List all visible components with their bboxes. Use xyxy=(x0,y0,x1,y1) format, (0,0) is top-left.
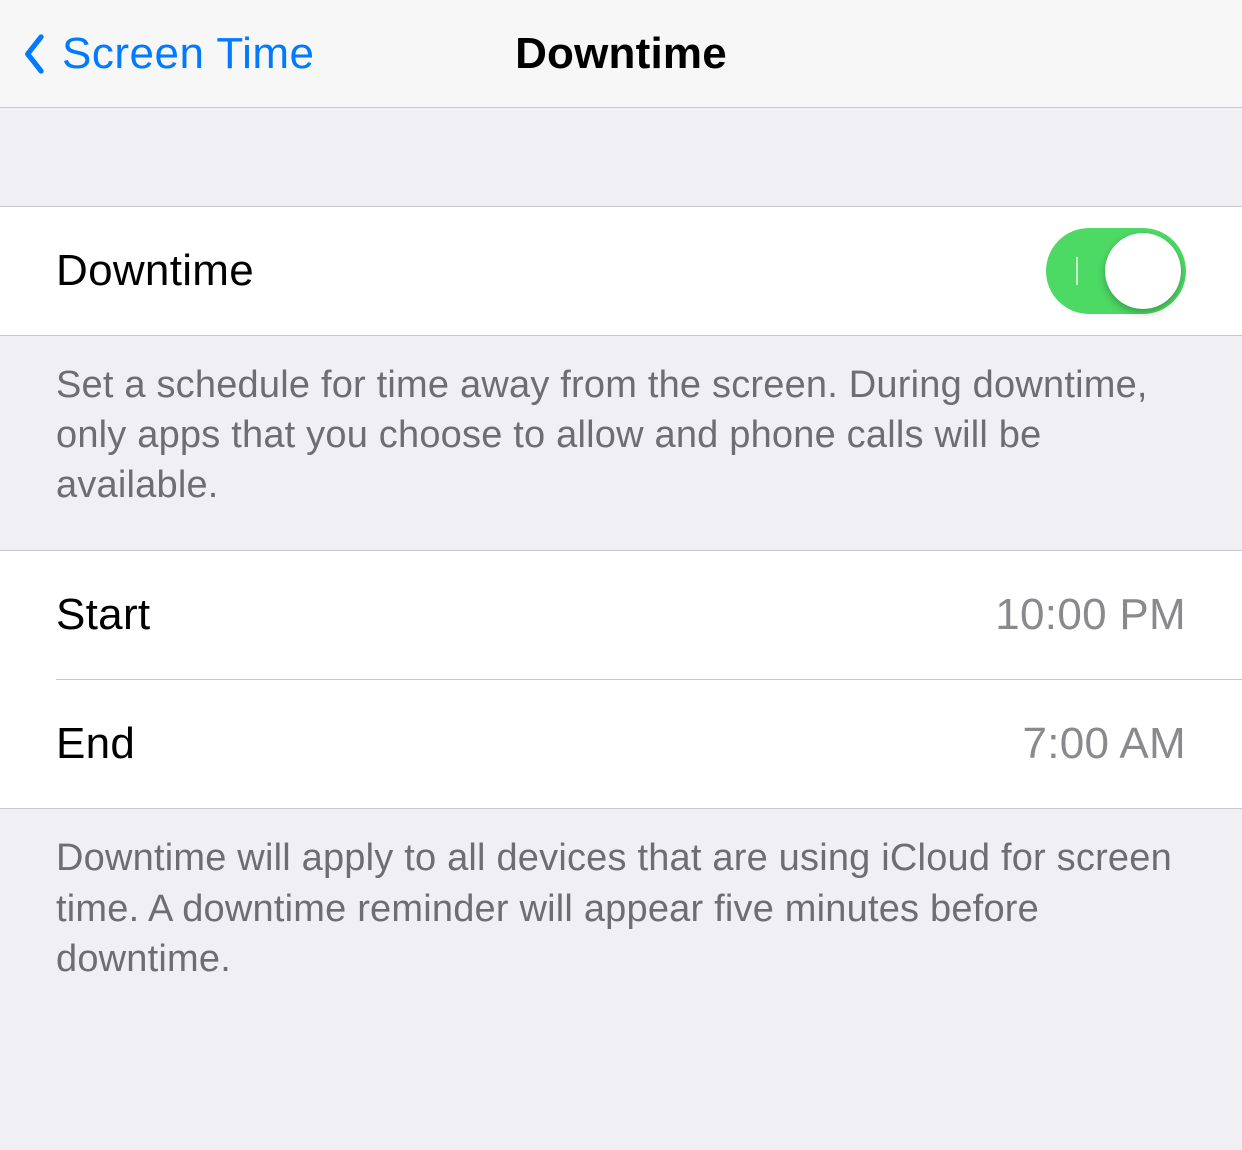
nav-bar: Screen Time Downtime xyxy=(0,0,1242,108)
toggle-knob xyxy=(1105,233,1181,309)
downtime-toggle-label: Downtime xyxy=(56,246,254,296)
end-label: End xyxy=(56,719,135,769)
end-value: 7:00 AM xyxy=(1022,719,1186,769)
toggle-group: Downtime xyxy=(0,206,1242,336)
end-time-row[interactable]: End 7:00 AM xyxy=(0,680,1242,808)
section-spacer xyxy=(0,108,1242,206)
back-button[interactable]: Screen Time xyxy=(20,28,314,80)
downtime-toggle[interactable] xyxy=(1046,228,1186,314)
chevron-left-icon xyxy=(20,28,50,80)
toggle-footer-text: Set a schedule for time away from the sc… xyxy=(0,336,1242,550)
schedule-group: Start 10:00 PM End 7:00 AM xyxy=(0,550,1242,809)
start-time-row[interactable]: Start 10:00 PM xyxy=(0,551,1242,679)
start-label: Start xyxy=(56,590,150,640)
schedule-footer-text: Downtime will apply to all devices that … xyxy=(0,809,1242,1023)
back-label: Screen Time xyxy=(62,29,314,79)
toggle-on-indicator-icon xyxy=(1076,257,1078,285)
start-value: 10:00 PM xyxy=(995,590,1186,640)
downtime-toggle-row: Downtime xyxy=(0,207,1242,335)
